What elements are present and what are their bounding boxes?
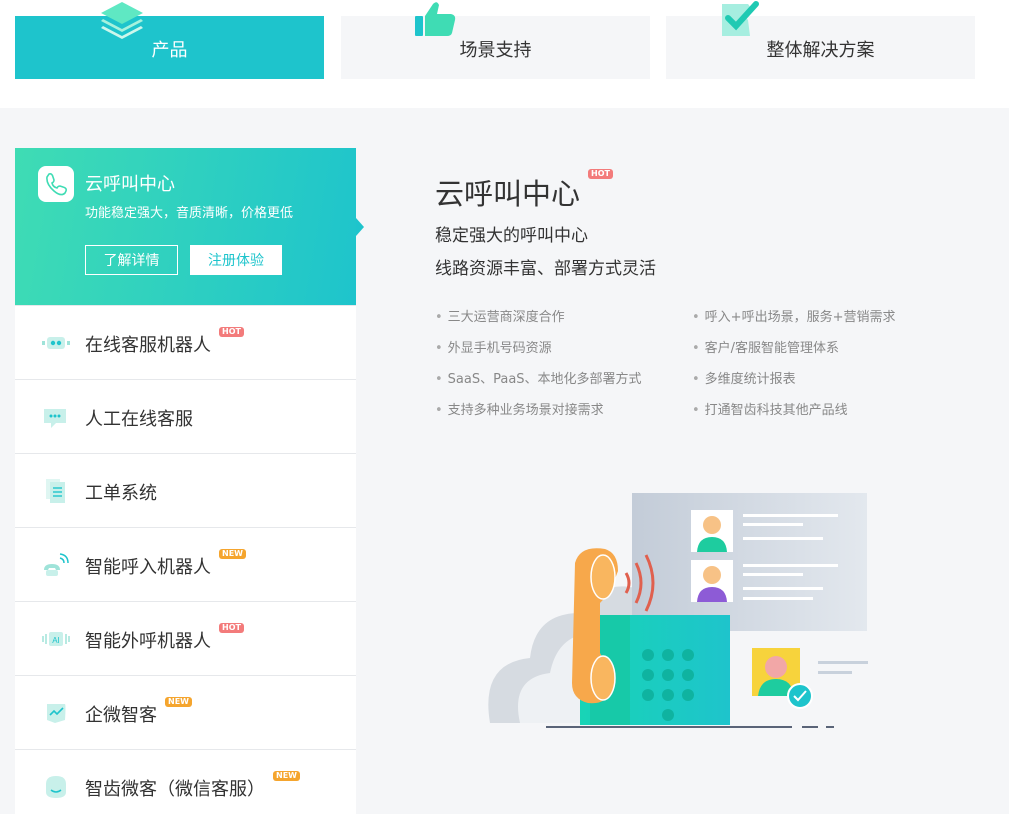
checkmark-icon [722, 1, 759, 36]
menu-item-wecom[interactable]: 企微智客 NEW [15, 675, 356, 749]
menu-item-human-service[interactable]: 人工在线客服 [15, 379, 356, 453]
incoming-call-icon [44, 553, 69, 576]
feature-item: 外显手机号码资源 [435, 337, 552, 356]
new-badge: NEW [165, 697, 192, 707]
feature-item: 客户/客服智能管理体系 [692, 337, 839, 356]
tab-solutions[interactable]: 整体解决方案 [666, 1, 975, 79]
svg-text:AI: AI [52, 636, 60, 645]
hot-badge: HOT [219, 327, 244, 337]
menu-item-label: 智能外呼机器人 [85, 631, 211, 652]
feature-item: 三大运营商深度合作 [435, 306, 565, 325]
menu-item-wechat-service[interactable]: 智齿微客（微信客服） NEW [15, 749, 356, 814]
menu-item-cloud-call-center[interactable]: 云呼叫中心 功能稳定强大，音质清晰，价格更低 了解详情 注册体验 [15, 148, 364, 305]
wechat-service-icon [46, 776, 66, 798]
details-button[interactable]: 了解详情 [85, 245, 178, 275]
menu-item-outbound-robot[interactable]: AI 智能外呼机器人 HOT [15, 601, 356, 675]
tab-label: 场景支持 [459, 39, 532, 61]
detail-title-text: 云呼叫中心 [435, 177, 581, 211]
menu-item-label: 在线客服机器人 [85, 335, 211, 356]
feature-item: 支持多种业务场景对接需求 [435, 399, 604, 418]
menu-item-ticket-system[interactable]: 工单系统 [15, 453, 356, 527]
hot-badge: HOT [588, 169, 613, 179]
tab-scenarios[interactable]: 场景支持 [341, 2, 650, 79]
menu-item-label: 智能呼入机器人 [85, 557, 211, 578]
detail-subtitle: 线路资源丰富、部署方式灵活 [435, 259, 656, 279]
feature-item: 多维度统计报表 [692, 368, 796, 387]
menu-item-label: 工单系统 [85, 483, 157, 504]
menu-item-label: 企微智客 [85, 705, 157, 726]
robot-icon [42, 337, 70, 349]
phone-icon [38, 166, 74, 202]
main-section: 云呼叫中心 功能稳定强大，音质清晰，价格更低 了解详情 注册体验 在线客服机器人… [0, 108, 1009, 814]
tab-label: 产品 [151, 39, 188, 61]
active-product-desc: 功能稳定强大，音质清晰，价格更低 [85, 206, 294, 221]
active-product-title: 云呼叫中心 [85, 174, 175, 195]
thumbs-up-icon [415, 2, 456, 37]
tab-label: 整体解决方案 [766, 39, 875, 61]
new-badge: NEW [219, 549, 246, 559]
layers-icon [101, 2, 143, 39]
feature-item: SaaS、PaaS、本地化多部署方式 [435, 368, 642, 387]
hot-badge: HOT [219, 623, 244, 633]
menu-item-online-robot[interactable]: 在线客服机器人 HOT [15, 305, 356, 379]
menu-item-label: 智齿微客（微信客服） [85, 779, 265, 800]
active-pointer [356, 218, 364, 236]
call-center-illustration [488, 493, 868, 728]
ai-voice-icon: AI [42, 632, 70, 646]
chat-bubble-icon [44, 409, 66, 428]
trial-button[interactable]: 注册体验 [190, 245, 282, 275]
feature-item: 打通智齿科技其他产品线 [692, 399, 848, 418]
top-tab-bar: 产品 场景支持 整体解决方案 [0, 0, 1009, 108]
detail-title: 云呼叫中心 HOT [435, 169, 613, 213]
menu-item-inbound-robot[interactable]: 智能呼入机器人 NEW [15, 527, 356, 601]
tab-products[interactable]: 产品 [15, 2, 324, 79]
new-badge: NEW [273, 771, 300, 781]
detail-subtitle: 稳定强大的呼叫中心 [435, 226, 588, 246]
feature-item: 呼入+呼出场景，服务+营销需求 [692, 306, 896, 325]
menu-item-label: 人工在线客服 [85, 409, 193, 430]
wecom-icon [47, 704, 66, 723]
document-icon [46, 479, 65, 503]
